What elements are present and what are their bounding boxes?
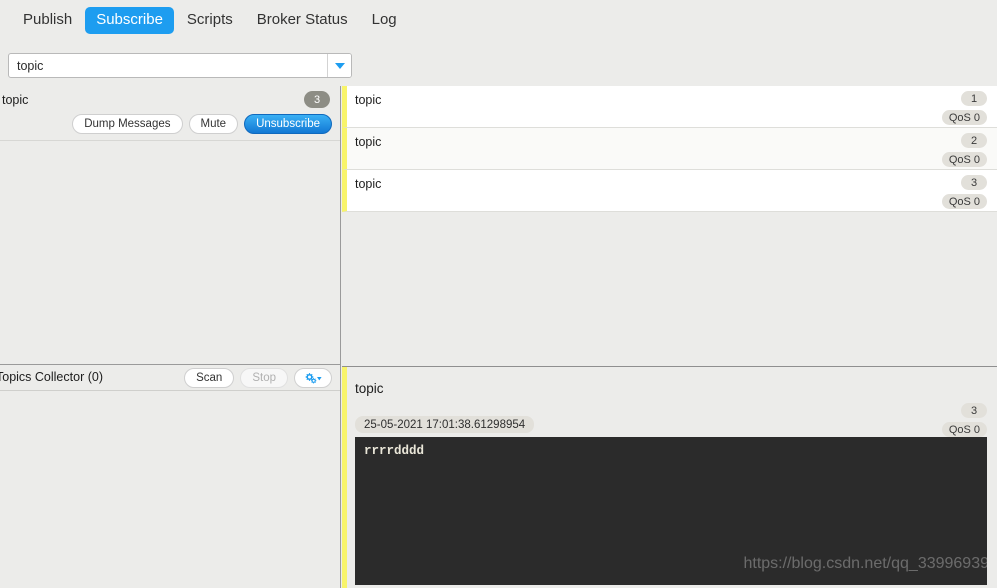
subscription-messages-area[interactable]: [0, 141, 340, 364]
message-list-item[interactable]: topic 1 QoS 0: [342, 86, 997, 128]
watermark-text: https://blog.csdn.net/qq_33996939: [743, 555, 987, 572]
topic-combobox[interactable]: [8, 53, 352, 78]
unsubscribe-button[interactable]: Unsubscribe: [244, 114, 332, 134]
tab-subscribe[interactable]: Subscribe: [85, 6, 174, 34]
mqtt-client-window: Publish Subscribe Scripts Broker Status …: [0, 0, 997, 588]
tab-log[interactable]: Log: [361, 7, 408, 34]
message-list-item[interactable]: topic 2 QoS 0: [342, 128, 997, 170]
chevron-down-icon: [334, 62, 345, 69]
topics-collector-header: Topics Collector (0) Scan Stop: [0, 364, 340, 391]
detail-topic-label: topic: [355, 381, 384, 396]
message-topic: topic: [355, 93, 382, 107]
topic-input[interactable]: [9, 54, 327, 77]
subscription-actions: Dump Messages Mute Unsubscribe: [72, 114, 332, 134]
message-qos-badge: QoS 0: [941, 152, 987, 167]
message-detail-inner: topic 3 QoS 0 25-05-2021 17:01:38.612989…: [342, 367, 997, 588]
message-qos-badge: QoS 0: [941, 194, 987, 209]
tab-scripts[interactable]: Scripts: [176, 7, 244, 34]
tab-broker-status[interactable]: Broker Status: [246, 7, 359, 34]
message-index-badge: 3: [961, 175, 987, 190]
message-list[interactable]: topic 1 QoS 0 topic 2 QoS 0 topic 3 QoS …: [342, 86, 997, 364]
scan-button[interactable]: Scan: [184, 368, 235, 388]
topics-collector-body[interactable]: [0, 391, 340, 585]
subscription-count-badge: 3: [304, 91, 330, 108]
detail-index-badge: 3: [961, 403, 987, 418]
gear-dropdown-icon: [305, 372, 322, 383]
topic-dropdown-button[interactable]: [327, 54, 351, 77]
tab-publish[interactable]: Publish: [12, 7, 83, 34]
message-list-empty-area: [342, 212, 997, 362]
message-topic: topic: [355, 135, 382, 149]
main-tabbar: Publish Subscribe Scripts Broker Status …: [0, 0, 997, 40]
message-detail-panel: topic 3 QoS 0 25-05-2021 17:01:38.612989…: [342, 366, 997, 588]
message-index-badge: 1: [961, 91, 987, 106]
message-list-item[interactable]: topic 3 QoS 0: [342, 170, 997, 212]
message-topic: topic: [355, 177, 382, 191]
topics-collector-actions: Scan Stop: [184, 368, 332, 388]
topics-collector-settings-button[interactable]: [294, 368, 332, 388]
message-index-badge: 2: [961, 133, 987, 148]
payload-viewer[interactable]: rrrrdddd https://blog.csdn.net/qq_339969…: [355, 437, 987, 585]
stop-button[interactable]: Stop: [240, 368, 288, 388]
subscribe-toolbar: Subscribe QoS 0 QoS 1 QoS 2 Autoscroll: [0, 40, 997, 116]
detail-timestamp-badge: 25-05-2021 17:01:38.61298954: [355, 416, 535, 433]
payload-text: rrrrdddd: [364, 444, 425, 458]
subscription-topic-label: topic: [2, 93, 29, 107]
detail-qos-badge: QoS 0: [941, 422, 987, 437]
dump-messages-button[interactable]: Dump Messages: [72, 114, 183, 134]
subscription-header: topic 3 Dump Messages Mute Unsubscribe: [0, 86, 340, 141]
subscriptions-panel: topic 3 Dump Messages Mute Unsubscribe T…: [0, 86, 341, 588]
message-qos-badge: QoS 0: [941, 110, 987, 125]
topics-collector-title: Topics Collector (0): [0, 370, 103, 384]
mute-button[interactable]: Mute: [188, 114, 239, 134]
